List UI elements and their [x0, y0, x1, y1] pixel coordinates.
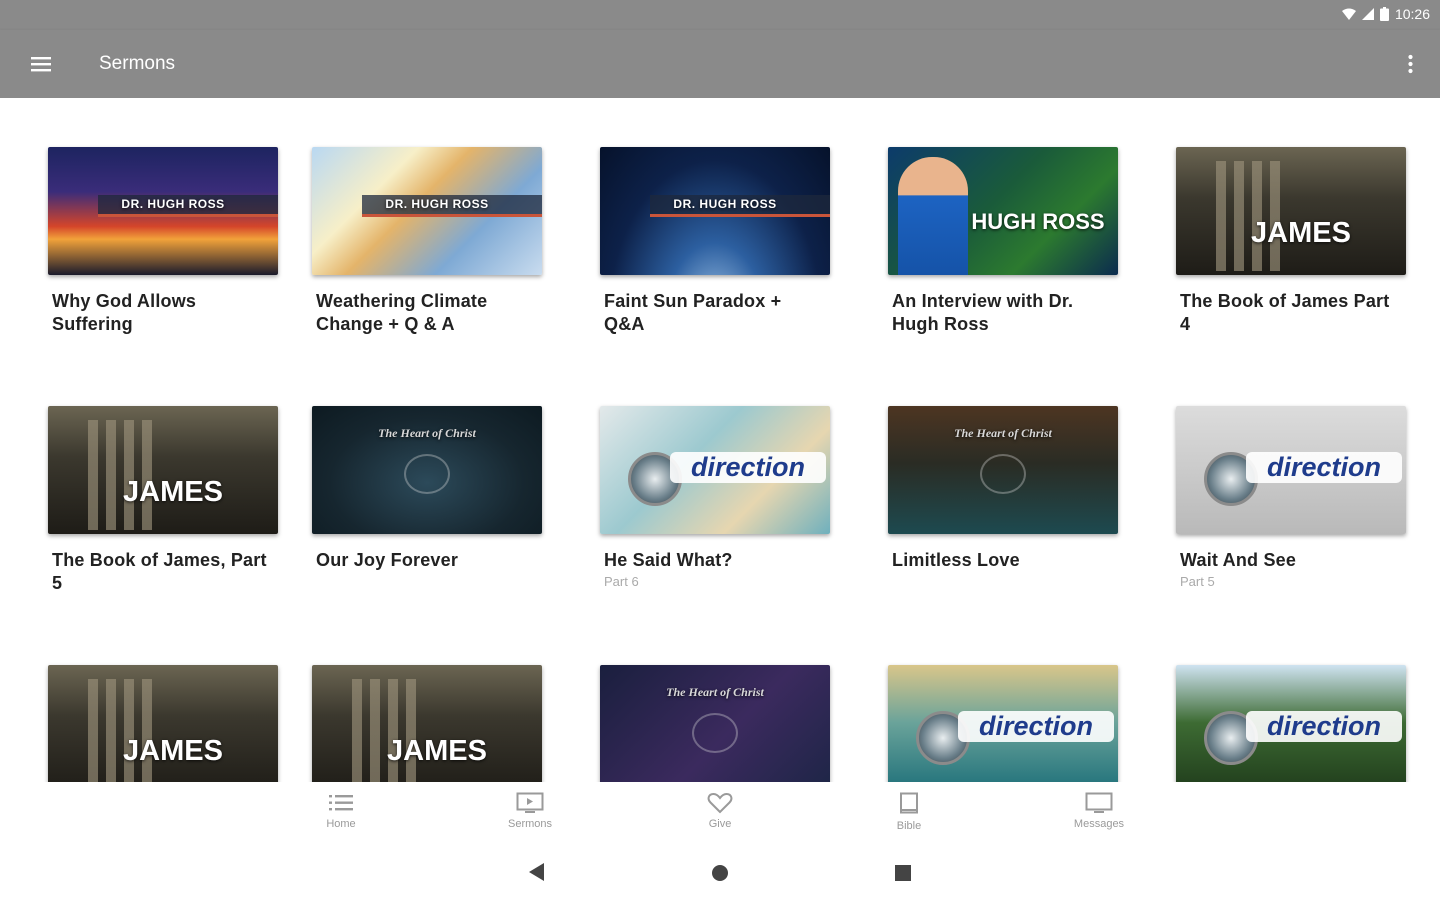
sermon-thumbnail: DR. HUGH ROSS	[48, 147, 278, 275]
sermon-thumbnail: direction	[1176, 665, 1406, 782]
thumbnail-caption: DR. HUGH ROSS	[385, 197, 489, 211]
sermon-title: Faint Sun Paradox + Q&A	[604, 291, 782, 334]
sermon-thumbnail: JAMES	[312, 665, 542, 782]
sermon-subtitle: Part 6	[604, 574, 639, 589]
sermon-card[interactable]: DR. HUGH ROSS Why God Allows Suffering	[48, 147, 278, 338]
nav-messages[interactable]: Messages	[1054, 792, 1144, 830]
sermon-grid[interactable]: DR. HUGH ROSS Why God Allows Suffering DR.…	[0, 98, 1440, 782]
nav-sermons-label: Sermons	[507, 818, 553, 830]
sermon-thumbnail: The Heart of Christ	[312, 406, 542, 534]
book-icon	[900, 792, 918, 814]
sermon-card[interactable]: JAMES The Book of James Part 4	[1176, 147, 1406, 338]
thumbnail-caption: direction	[1246, 452, 1402, 483]
heart-icon	[707, 792, 733, 814]
sermon-card[interactable]: direction Wait And See Part 5	[1176, 406, 1406, 589]
thumbnail-caption: The Heart of Christ	[378, 426, 476, 440]
sermon-card[interactable]: direction	[888, 665, 1118, 782]
sermon-thumbnail: JAMES	[48, 665, 278, 782]
menu-button[interactable]	[24, 48, 58, 80]
sermon-card[interactable]: JAMES	[48, 665, 278, 782]
overflow-menu-button[interactable]	[1398, 48, 1422, 80]
sermon-card[interactable]: The Heart of Christ	[600, 665, 830, 782]
signal-icon	[1361, 8, 1374, 20]
status-time: 10:26	[1394, 6, 1430, 22]
heart-emblem	[404, 454, 450, 494]
nav-bible-label: Bible	[896, 820, 922, 832]
sermon-card[interactable]: The Heart of Christ Limitless Love	[888, 406, 1118, 574]
nav-home-label: Home	[326, 818, 356, 830]
thumbnail-caption: direction	[1246, 711, 1402, 742]
thumbnail-caption: JAMES	[1251, 217, 1351, 249]
sermon-card[interactable]: The Heart of Christ Our Joy Forever	[312, 406, 542, 574]
page-title: Sermons	[99, 53, 176, 74]
sermon-thumbnail: direction	[1176, 406, 1406, 534]
thumbnail-caption: direction	[670, 452, 826, 483]
sermon-title: The Book of James Part 4	[1180, 291, 1390, 334]
more-vertical-icon	[1407, 54, 1413, 74]
sermon-card[interactable]: direction He Said What? Part 6	[600, 406, 830, 589]
app-bar: Sermons	[0, 30, 1440, 98]
list-icon	[329, 795, 353, 811]
thumbnail-caption: DR. HUGH ROSS	[121, 197, 225, 211]
sermon-thumbnail: direction	[600, 406, 830, 534]
sermon-thumbnail: JAMES	[48, 406, 278, 534]
sermon-title: Limitless Love	[892, 550, 1020, 570]
sermon-thumbnail: DR. HUGH ROSS	[312, 147, 542, 275]
sermon-card[interactable]: JAMES	[312, 665, 542, 782]
sermon-card[interactable]: HUGH ROSS An Interview with Dr. Hugh Ross	[888, 147, 1118, 338]
nav-messages-label: Messages	[1073, 818, 1125, 830]
sermon-title: Our Joy Forever	[316, 550, 459, 570]
sermon-thumbnail: DR. HUGH ROSS	[600, 147, 830, 275]
thumbnail-caption: The Heart of Christ	[954, 426, 1052, 440]
wifi-icon	[1341, 8, 1356, 20]
sermon-title: The Book of James, Part 5	[52, 550, 267, 593]
sermon-subtitle: Part 5	[1180, 574, 1215, 589]
back-icon[interactable]	[528, 862, 546, 882]
sermon-card[interactable]: DR. HUGH ROSS Weathering Climate Change +…	[312, 147, 542, 338]
status-icons: 10:26	[1341, 6, 1430, 22]
pillars-graphic	[1216, 161, 1286, 271]
sermon-card[interactable]: direction	[1176, 665, 1406, 782]
sermon-thumbnail: The Heart of Christ	[888, 406, 1118, 534]
sermon-thumbnail: The Heart of Christ	[600, 665, 830, 782]
nav-give-label: Give	[708, 818, 732, 830]
hamburger-icon	[31, 57, 51, 72]
status-bar: 10:26	[0, 0, 1440, 30]
sermon-title: Wait And See	[1180, 550, 1297, 570]
nav-home[interactable]: Home	[296, 792, 386, 830]
system-nav-bar	[0, 844, 1440, 900]
thumbnail-caption: JAMES	[123, 735, 223, 767]
sermon-thumbnail: direction	[888, 665, 1118, 782]
nav-bible[interactable]: Bible	[864, 792, 954, 832]
heart-emblem	[980, 454, 1026, 494]
nav-sermons[interactable]: Sermons	[485, 792, 575, 830]
thumbnail-caption: direction	[958, 711, 1114, 742]
home-circle-icon[interactable]	[711, 862, 729, 882]
monitor-icon	[1085, 792, 1113, 813]
recents-icon[interactable]	[894, 862, 912, 882]
sermon-title: An Interview with Dr. Hugh Ross	[892, 291, 1074, 334]
heart-emblem	[692, 713, 738, 753]
thumbnail-caption: JAMES	[123, 476, 223, 508]
sermon-title: He Said What?	[604, 550, 733, 570]
nav-give[interactable]: Give	[675, 792, 765, 830]
thumbnail-caption: JAMES	[387, 735, 487, 767]
battery-icon	[1379, 7, 1389, 21]
bottom-nav: Home Sermons Give Bible Messages	[0, 782, 1440, 844]
sermon-title: Why God Allows Suffering	[52, 291, 197, 334]
sermon-title: Weathering Climate Change + Q & A	[316, 291, 488, 334]
thumbnail-caption: DR. HUGH ROSS	[673, 197, 777, 211]
thumbnail-caption: The Heart of Christ	[666, 685, 764, 699]
sermon-card[interactable]: DR. HUGH ROSS Faint Sun Paradox + Q&A	[600, 147, 830, 338]
sermon-thumbnail: HUGH ROSS	[888, 147, 1118, 275]
sermon-card[interactable]: JAMES The Book of James, Part 5	[48, 406, 278, 597]
play-screen-icon	[516, 792, 544, 813]
sermon-thumbnail: JAMES	[1176, 147, 1406, 275]
thumbnail-caption: HUGH ROSS	[971, 209, 1105, 234]
pillars-graphic	[88, 420, 158, 530]
